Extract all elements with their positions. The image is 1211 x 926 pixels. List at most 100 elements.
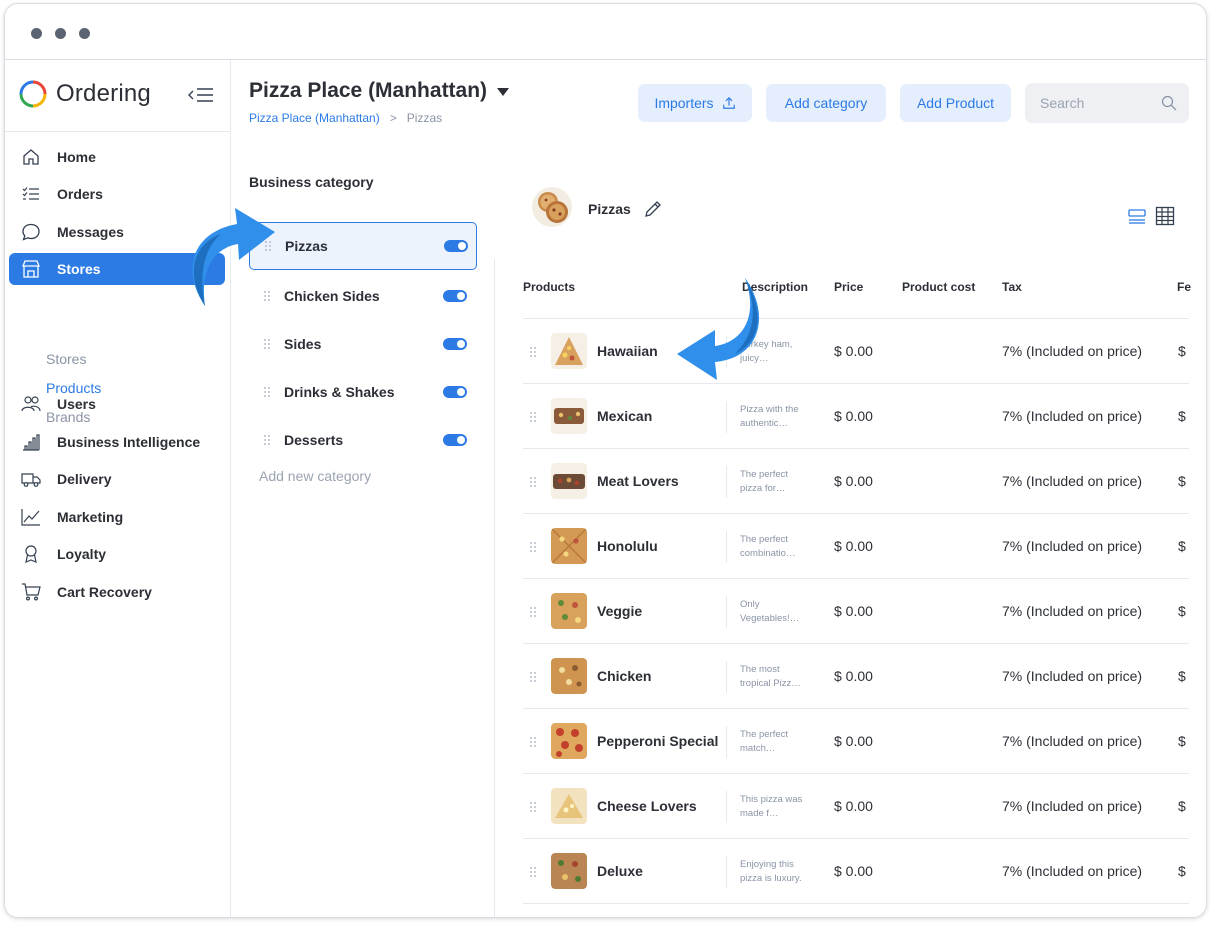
window-dot-icon[interactable] — [55, 28, 66, 39]
category-row-chicken-sides[interactable]: Chicken Sides — [249, 272, 477, 320]
table-row[interactable]: Honolulu The perfect combinatio… $ 0.00 … — [523, 514, 1189, 579]
category-name: Chicken Sides — [284, 288, 380, 304]
caret-down-icon[interactable] — [497, 88, 509, 96]
table-row[interactable]: Cheese Lovers This pizza was made f… $ 0… — [523, 774, 1189, 839]
product-description: The perfect match… — [740, 729, 789, 754]
table-row[interactable]: Chicken The most tropical Pizz… $ 0.00 7… — [523, 644, 1189, 709]
add-new-category-link[interactable]: Add new category — [259, 468, 371, 484]
table-row[interactable]: Pepperoni Special The perfect match… $ 0… — [523, 709, 1189, 774]
category-enabled-toggle[interactable] — [443, 386, 467, 398]
brand[interactable]: Ordering — [19, 78, 151, 110]
store-icon — [22, 260, 40, 278]
sidebar-item-label: Stores — [57, 261, 101, 277]
sidebar-item-label: Users — [57, 396, 96, 412]
sidebar-item-stores[interactable]: Stores — [9, 253, 225, 285]
product-description: Enjoying this pizza is luxury. — [740, 859, 802, 884]
table-row[interactable]: Veggie Only Vegetables!… $ 0.00 7% (Incl… — [523, 579, 1189, 644]
collapse-sidebar-icon[interactable] — [188, 86, 214, 104]
chat-icon — [22, 223, 40, 241]
sidebar-item-cart-recovery[interactable]: Cart Recovery — [9, 576, 225, 608]
drag-handle-icon[interactable] — [529, 606, 537, 618]
product-tax: 7% (Included on price) — [1002, 603, 1143, 619]
product-image — [551, 528, 587, 564]
breadcrumb-separator: > — [389, 111, 397, 125]
column-header-product-cost[interactable]: Product cost — [902, 280, 975, 294]
category-enabled-toggle[interactable] — [443, 338, 467, 350]
category-row-drinks-shakes[interactable]: Drinks & Shakes — [249, 368, 477, 416]
product-fee: $ — [1178, 798, 1186, 814]
table-row[interactable]: Meat Lovers The perfect pizza for… $ 0.0… — [523, 449, 1189, 514]
product-fee: $ — [1178, 343, 1186, 359]
window-dot-icon[interactable] — [31, 28, 42, 39]
window-dot-icon[interactable] — [79, 28, 90, 39]
category-enabled-toggle[interactable] — [443, 290, 467, 302]
importers-button[interactable]: Importers — [638, 84, 752, 122]
sidebar-item-users[interactable]: Users — [9, 388, 225, 420]
search-icon[interactable] — [1161, 95, 1177, 111]
drag-handle-icon[interactable] — [529, 476, 537, 488]
window-titlebar — [5, 4, 1206, 60]
column-header-price[interactable]: Price — [834, 280, 863, 294]
column-header-products[interactable]: Products — [523, 280, 575, 294]
product-image — [551, 333, 587, 369]
product-description: The most tropical Pizz… — [740, 664, 801, 689]
search-input[interactable] — [1040, 95, 1150, 111]
bar-chart-icon — [23, 434, 40, 451]
column-header-description[interactable]: Description — [742, 280, 808, 294]
add-product-button[interactable]: Add Product — [900, 84, 1011, 122]
sidebar-item-messages[interactable]: Messages — [9, 216, 225, 248]
table-view-icon[interactable] — [1155, 206, 1175, 226]
panel-divider — [494, 259, 495, 917]
drag-handle-icon[interactable] — [263, 338, 271, 350]
column-header-tax[interactable]: Tax — [1002, 280, 1022, 294]
sidebar-item-home[interactable]: Home — [9, 141, 225, 173]
sidebar-item-business-intelligence[interactable]: Business Intelligence — [9, 426, 225, 458]
breadcrumb-store-link[interactable]: Pizza Place (Manhattan) — [249, 111, 380, 125]
category-row-sides[interactable]: Sides — [249, 320, 477, 368]
upload-icon — [722, 96, 735, 109]
product-name: Deluxe — [597, 863, 643, 879]
category-enabled-toggle[interactable] — [444, 240, 468, 252]
product-description: The perfect combinatio… — [740, 534, 796, 559]
add-category-button[interactable]: Add category — [766, 84, 886, 122]
product-price: $ 0.00 — [834, 473, 873, 489]
pencil-icon[interactable] — [642, 198, 664, 220]
product-tax: 7% (Included on price) — [1002, 733, 1143, 749]
drag-handle-icon[interactable] — [264, 240, 272, 252]
category-title: Pizzas — [588, 201, 631, 217]
column-header-fee[interactable]: Fe — [1177, 280, 1191, 294]
drag-handle-icon[interactable] — [529, 541, 537, 553]
drag-handle-icon[interactable] — [529, 411, 537, 423]
drag-handle-icon[interactable] — [263, 386, 271, 398]
product-price: $ 0.00 — [834, 863, 873, 879]
drag-handle-icon[interactable] — [529, 671, 537, 683]
drag-handle-icon[interactable] — [263, 290, 271, 302]
category-row-pizzas[interactable]: Pizzas — [249, 222, 477, 270]
list-view-icon[interactable] — [1127, 207, 1147, 225]
drag-handle-icon[interactable] — [529, 346, 537, 358]
table-row[interactable]: Deluxe Enjoying this pizza is luxury. $ … — [523, 839, 1189, 904]
sidebar-item-orders[interactable]: Orders — [9, 178, 225, 210]
product-image — [551, 788, 587, 824]
sidebar-item-delivery[interactable]: Delivery — [9, 463, 225, 495]
category-enabled-toggle[interactable] — [443, 434, 467, 446]
sidebar-item-loyalty[interactable]: Loyalty — [9, 538, 225, 570]
truck-icon — [21, 473, 41, 487]
sidebar-item-marketing[interactable]: Marketing — [9, 501, 225, 533]
drag-handle-icon[interactable] — [263, 434, 271, 446]
drag-handle-icon[interactable] — [529, 866, 537, 878]
product-description: The perfect pizza for… — [740, 469, 789, 494]
drag-handle-icon[interactable] — [529, 801, 537, 813]
table-row[interactable]: Mexican Pizza with the authentic… $ 0.00… — [523, 384, 1189, 449]
page-title: Pizza Place (Manhattan) — [249, 79, 488, 102]
product-tax: 7% (Included on price) — [1002, 538, 1143, 554]
product-image — [551, 853, 587, 889]
ordering-logo-icon — [19, 80, 47, 108]
category-row-desserts[interactable]: Desserts — [249, 416, 477, 464]
drag-handle-icon[interactable] — [529, 736, 537, 748]
sidebar-item-label: Delivery — [57, 471, 112, 487]
submenu-item-stores[interactable]: Stores — [46, 351, 86, 367]
product-description: Only Vegetables!… — [740, 599, 800, 624]
search-box[interactable] — [1025, 83, 1189, 123]
table-row[interactable]: Hawaiian Turkey ham, juicy… $ 0.00 7% (I… — [523, 319, 1189, 384]
